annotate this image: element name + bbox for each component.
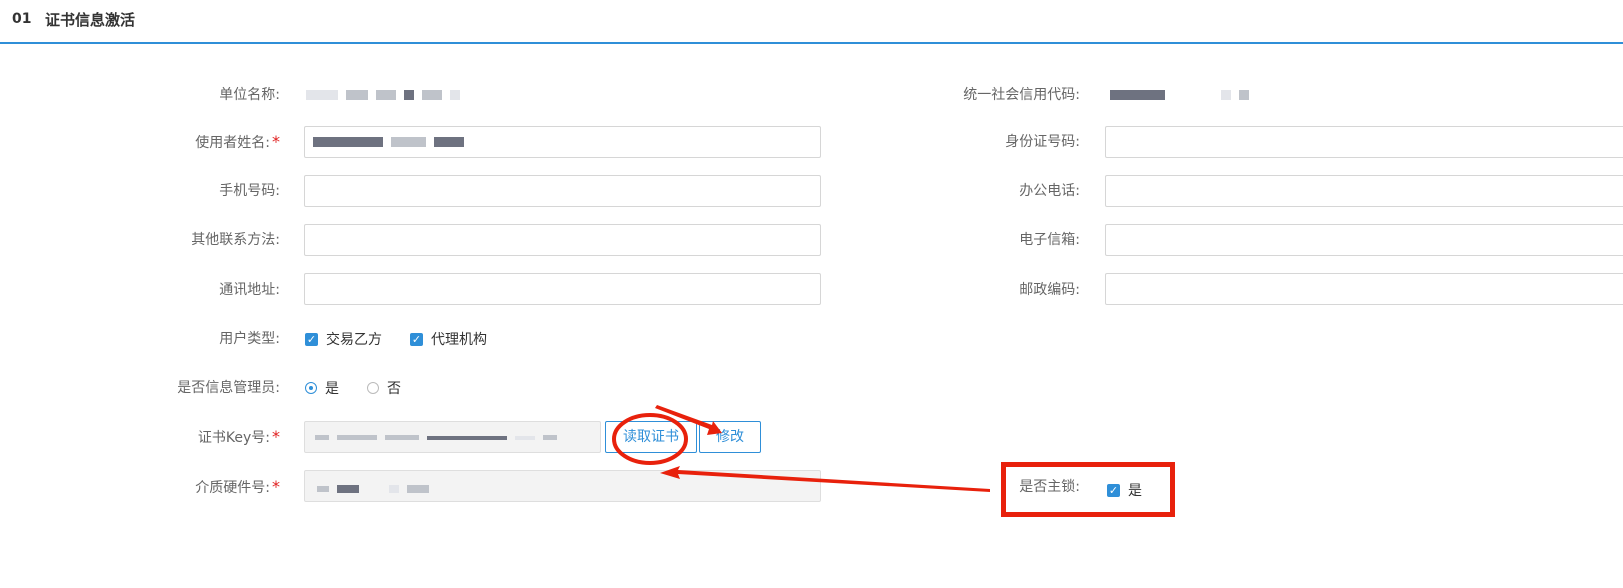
annotation-overlay [612,405,990,492]
annotation-circle [612,413,688,465]
annotation-arrow-to-modify-button [655,405,722,435]
annotation-arrow-to-read-button [660,466,990,492]
